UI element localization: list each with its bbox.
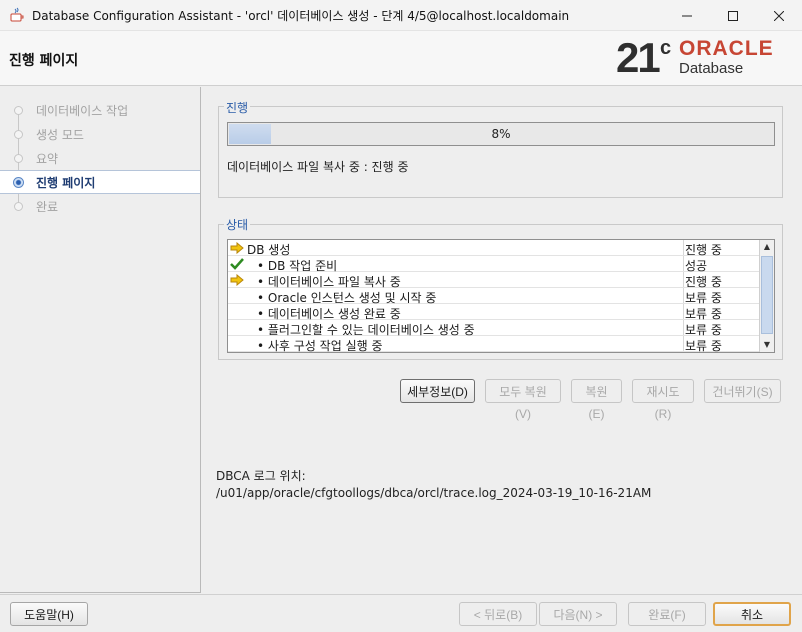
skip-button[interactable]: 건너뛰기(S) — [704, 379, 781, 403]
oracle-logo-brand: ORACLE — [679, 37, 774, 60]
page-header: 진행 페이지 21 c ORACLE Database — [0, 31, 802, 86]
page-title: 진행 페이지 — [9, 53, 79, 69]
scroll-down-icon[interactable]: ▼ — [760, 338, 774, 352]
close-button[interactable] — [756, 0, 802, 31]
minimize-button[interactable] — [664, 0, 710, 31]
step-label: 진행 페이지 — [36, 175, 96, 190]
revert-all-button[interactable]: 모두 복원(V) — [485, 379, 561, 421]
scroll-up-icon[interactable]: ▲ — [760, 240, 774, 254]
oracle-logo-version-suffix: c — [660, 37, 672, 59]
arrow-icon — [230, 242, 244, 254]
details-button[interactable]: 세부정보(D) — [400, 379, 475, 403]
finish-button[interactable]: 완료(F) — [628, 602, 706, 626]
step-dot-icon — [14, 201, 23, 211]
maximize-button[interactable] — [710, 0, 756, 31]
table-row[interactable]: • 데이터베이스 파일 복사 중 진행 중 — [228, 272, 759, 289]
oracle-logo-version: 21 — [616, 34, 661, 81]
progress-percent: 8% — [491, 127, 511, 141]
step-progress-page: 진행 페이지 — [0, 170, 200, 194]
close-icon — [774, 10, 784, 21]
table-row[interactable]: • Oracle 인스턴스 생성 및 시작 중 보류 중 — [228, 288, 759, 305]
checkmark-icon — [230, 258, 244, 270]
task-state: 보류 중 — [685, 339, 722, 353]
retry-button[interactable]: 재시도(R) — [632, 379, 694, 421]
log-location-path: /u01/app/oracle/cfgtoollogs/dbca/orcl/tr… — [216, 486, 652, 500]
table-row[interactable]: DB 생성 진행 중 — [228, 240, 759, 257]
window-title: Database Configuration Assistant - 'orcl… — [32, 8, 570, 23]
title-bar: Database Configuration Assistant - 'orcl… — [0, 0, 802, 31]
step-dot-icon — [14, 105, 23, 115]
step-creation-mode: 생성 모드 — [0, 122, 200, 146]
minimize-icon — [682, 15, 692, 16]
step-label: 데이터베이스 작업 — [36, 103, 129, 118]
step-dot-icon — [14, 129, 23, 139]
progress-group-title: 진행 — [224, 99, 251, 116]
step-dot-icon — [14, 153, 23, 163]
progress-status-text: 데이터베이스 파일 복사 중 : 진행 중 — [227, 160, 409, 174]
status-table: DB 생성 진행 중 • DB 작업 준비 성공 • 데이터베이스 파일 복사 … — [227, 239, 775, 353]
revert-button[interactable]: 복원(E) — [571, 379, 622, 421]
status-group-title: 상태 — [224, 216, 251, 233]
maximize-icon — [728, 10, 738, 21]
cancel-button[interactable]: 취소 — [713, 602, 791, 626]
java-app-icon — [10, 7, 24, 22]
footer-divider — [0, 594, 802, 595]
progress-bar: 8% — [227, 122, 775, 146]
progress-group — [218, 106, 783, 198]
table-row[interactable]: • DB 작업 준비 성공 — [228, 256, 759, 273]
step-label: 생성 모드 — [36, 127, 84, 142]
steps-sidebar: 데이터베이스 작업 생성 모드 요약 진행 페이지 완료 — [0, 87, 201, 593]
next-button[interactable]: 다음(N) > — [539, 602, 617, 626]
step-current-icon — [13, 176, 24, 188]
step-finish: 완료 — [0, 194, 200, 218]
table-row[interactable]: • 데이터베이스 생성 완료 중 보류 중 — [228, 304, 759, 321]
help-button[interactable]: 도움말(H) — [10, 602, 88, 626]
step-summary: 요약 — [0, 146, 200, 170]
table-row[interactable]: • 플러그인할 수 있는 데이터베이스 생성 중 보류 중 — [228, 320, 759, 337]
table-row[interactable]: • 사후 구성 작업 실행 중 보류 중 — [228, 336, 759, 353]
log-location-label: DBCA 로그 위치: — [216, 469, 306, 483]
oracle-logo-product: Database — [679, 60, 744, 77]
status-table-scrollbar[interactable]: ▲ ▼ — [759, 240, 774, 352]
step-label: 요약 — [36, 151, 59, 166]
step-database-operation: 데이터베이스 작업 — [0, 98, 200, 122]
step-label: 완료 — [36, 199, 59, 214]
back-button[interactable]: < 뒤로(B) — [459, 602, 537, 626]
task-name: • 사후 구성 작업 실행 중 — [257, 339, 383, 353]
arrow-icon — [230, 274, 244, 286]
scrollbar-thumb[interactable] — [761, 256, 773, 334]
